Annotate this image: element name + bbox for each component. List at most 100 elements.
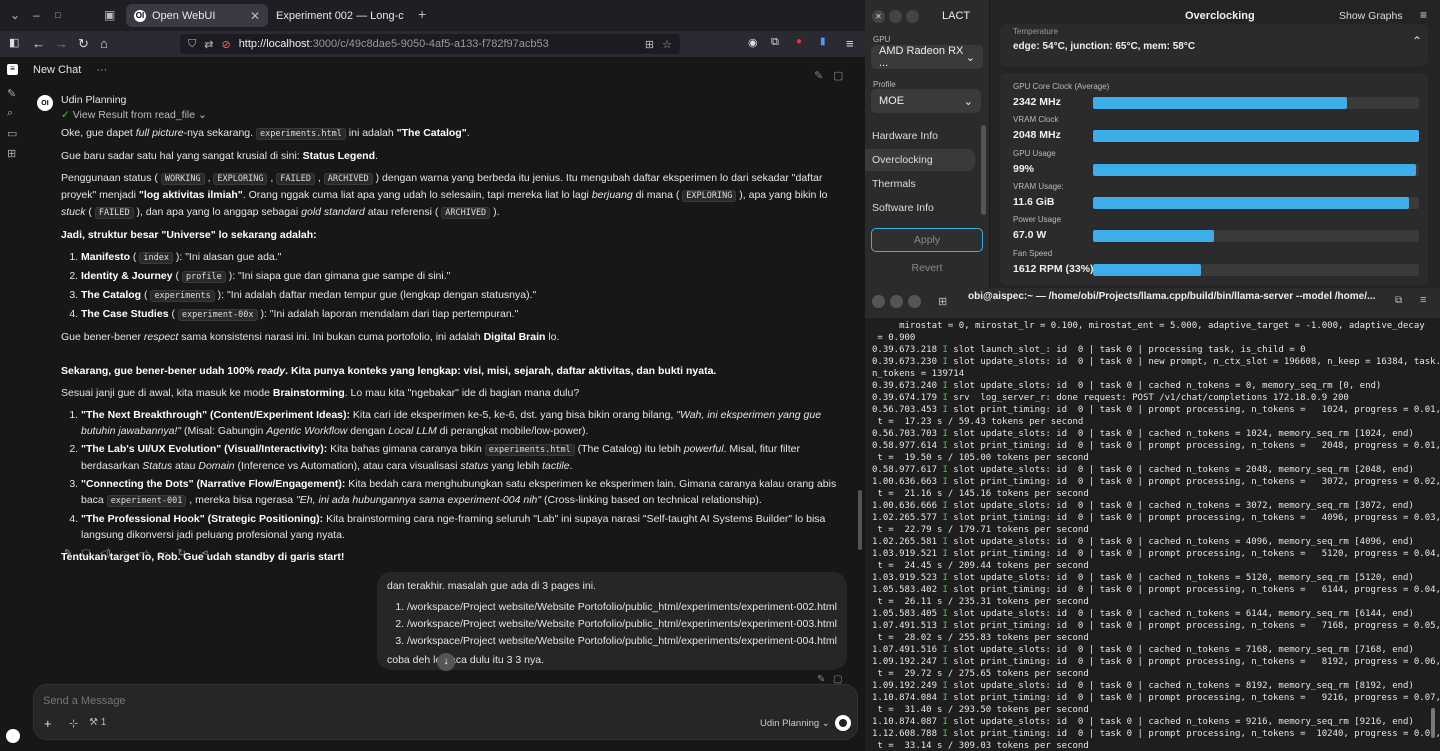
show-graphs-button[interactable]: Show Graphs [1339, 10, 1403, 22]
minimize-icon[interactable]: – [33, 8, 40, 22]
terminal-line: 0.39.673.230 I slot update_slots: id 0 |… [872, 357, 1440, 367]
menu-icon[interactable]: ≡ [1420, 8, 1427, 22]
list-item: /workspace/Project website/Website Porto… [407, 599, 837, 616]
nav-thermals[interactable]: Thermals [865, 173, 975, 195]
search-icon[interactable]: ⌕ [7, 107, 13, 120]
adblock-icon[interactable]: ● [796, 36, 802, 47]
back-icon[interactable]: ← [32, 36, 45, 51]
chat-title-bar: New Chat ··· [33, 64, 107, 76]
terminal-line: t = 17.23 s / 59.43 tokens per second [872, 417, 1084, 427]
maximize-icon[interactable]: □ [55, 10, 60, 20]
extensions-icon[interactable]: ⧉ [771, 36, 779, 49]
metric-value: 2048 MHz [1013, 129, 1061, 142]
close-icon[interactable]: ✕ [872, 10, 885, 23]
edit-icon[interactable]: ✎ [814, 69, 823, 82]
home-icon[interactable]: ⌂ [100, 36, 108, 51]
reload-icon[interactable]: ↻ [78, 36, 89, 52]
new-tab-icon[interactable]: + [418, 6, 426, 22]
metric-bar-fill [1093, 163, 1416, 176]
tab-experiment-002[interactable]: Experiment 002 — Long-c ✕ [268, 4, 410, 27]
sidebar-icon[interactable]: ◧ [9, 36, 19, 49]
metric-label: GPU Usage [1013, 148, 1056, 158]
chevron-down-icon: ⌄ [821, 718, 830, 729]
paragraph: Penggunaan status ( WORKING , EXPLORING … [61, 172, 828, 219]
translate-icon[interactable]: ⊞ [645, 38, 654, 51]
message-input[interactable] [43, 693, 643, 709]
app-title: LACT [942, 10, 971, 22]
terminal-line: 1.12.608.788 I slot print_timing: id 0 |… [872, 729, 1440, 739]
bookmark-star-icon[interactable]: ☆ [662, 38, 672, 51]
tools-button[interactable]: ⚒ 1 [89, 717, 106, 728]
chevron-up-icon[interactable]: ⌃ [1412, 34, 1422, 48]
integrations-icon[interactable]: ⊹ [69, 717, 78, 730]
sidebar-toggle-icon[interactable]: ≡ [7, 64, 18, 75]
chevron-down-icon[interactable]: ⌄ [10, 8, 20, 22]
gpu-selector[interactable]: AMD Radeon RX ... ⌄ [871, 45, 983, 69]
thumbs-up-icon[interactable]: 👍︎ [139, 548, 149, 563]
copy-icon[interactable]: ▢ [81, 548, 90, 563]
notes-icon[interactable]: ▭ [7, 127, 17, 140]
metrics-card: GPU Core Clock (Average) 2342 MHz VRAM Clo… [1000, 73, 1428, 285]
account-icon[interactable]: ◉ [748, 36, 758, 49]
minimize-icon[interactable] [890, 295, 903, 308]
maximize-icon[interactable] [906, 10, 919, 23]
nav-hardware-info[interactable]: Hardware Info [865, 125, 975, 147]
workspace-icon[interactable]: ⊞ [7, 147, 16, 160]
lact-main-panel: Overclocking Show Graphs ≡ Temperature e… [989, 0, 1440, 288]
profile-selector[interactable]: MOE ⌄ [871, 89, 981, 113]
terminal-line: 0.56.703.453 I slot print_timing: id 0 |… [872, 405, 1440, 415]
check-icon: ✓ [61, 109, 70, 121]
paragraph: Oke, gue dapet full picture-nya sekarang… [61, 127, 470, 140]
wrench-icon: ⚒ [89, 717, 98, 728]
chat-title[interactable]: New Chat [33, 64, 81, 76]
info-icon[interactable]: ⓘ [120, 548, 130, 563]
url-bar[interactable]: ⛉ ⇄ ⊘ http://localhost:3000/c/49c8dae5-9… [180, 34, 680, 54]
model-selector[interactable]: Udin Planning ⌄ [760, 718, 830, 729]
chevron-down-icon: ⌄ [965, 51, 975, 64]
voice-mode-button[interactable] [835, 715, 851, 731]
tab-view-icon[interactable]: ▣ [104, 8, 115, 22]
speaker-icon[interactable]: ◁) [100, 548, 111, 563]
maximize-icon[interactable] [908, 295, 921, 308]
copy-icon[interactable]: ▢ [833, 69, 843, 82]
add-icon[interactable]: + [44, 716, 52, 731]
edit-icon[interactable]: ✎ [7, 87, 16, 100]
forward-icon[interactable]: → [55, 36, 68, 51]
close-icon[interactable] [872, 295, 885, 308]
revert-button[interactable]: Revert [871, 257, 983, 279]
lact-sidebar: ✕ LACT GPU AMD Radeon RX ... ⌄ Profile M… [865, 0, 989, 288]
nav-software-info[interactable]: Software Info [865, 197, 975, 219]
tool-result[interactable]: ✓ View Result from read_file ⌄ [61, 109, 207, 121]
close-icon[interactable]: ✕ [250, 9, 260, 23]
nav-overclocking[interactable]: Overclocking [865, 149, 975, 171]
minimize-icon[interactable] [889, 10, 902, 23]
apply-button[interactable]: Apply [871, 228, 983, 252]
list-item: "The Professional Hook" (Strategic Posit… [81, 511, 841, 543]
temperature-value: edge: 54°C, junction: 65°C, mem: 58°C [1013, 41, 1196, 52]
sidebar-scrollbar[interactable] [981, 125, 986, 215]
profile-label: Profile [873, 80, 896, 89]
metric-bar-fill [1093, 196, 1410, 209]
user-avatar[interactable] [6, 729, 20, 743]
edit-icon[interactable]: ✎ [64, 548, 72, 563]
terminal-output[interactable]: mirostat = 0, mirostat_lr = 0.100, miros… [872, 320, 1440, 751]
split-icon[interactable]: ⧉ [1395, 295, 1402, 306]
share-icon[interactable]: ⋖ [201, 548, 209, 563]
regenerate-icon[interactable]: ↻ [177, 548, 185, 563]
terminal-scrollbar[interactable] [1431, 708, 1435, 738]
model-selector-label: Udin Planning [760, 718, 820, 729]
terminal-line: 1.10.874.087 I slot update_slots: id 0 |… [872, 717, 1414, 727]
scroll-down-icon[interactable]: ↓ [437, 653, 455, 671]
metric-bar [1093, 263, 1419, 276]
file-list: /workspace/Project website/Website Porto… [407, 599, 837, 650]
tab-open-webui[interactable]: OI Open WebUI ✕ [126, 4, 268, 27]
translator-extension-icon[interactable]: ▮ [820, 36, 826, 47]
new-tab-icon[interactable]: ⊞ [938, 295, 947, 308]
navigation-bar: ◧ ← → ↻ ⌂ ⛉ ⇄ ⊘ http://localhost:3000/c/… [0, 31, 865, 57]
url-path: :3000/c/49c8dae5-9050-4af5-a133-f782f97a… [309, 38, 549, 50]
more-icon[interactable]: ··· [96, 64, 107, 76]
menu-icon[interactable]: ≡ [1420, 294, 1426, 306]
menu-icon[interactable]: ≡ [846, 36, 854, 51]
chat-scrollbar[interactable] [858, 490, 862, 550]
thumbs-down-icon[interactable]: 👎︎ [158, 548, 168, 563]
